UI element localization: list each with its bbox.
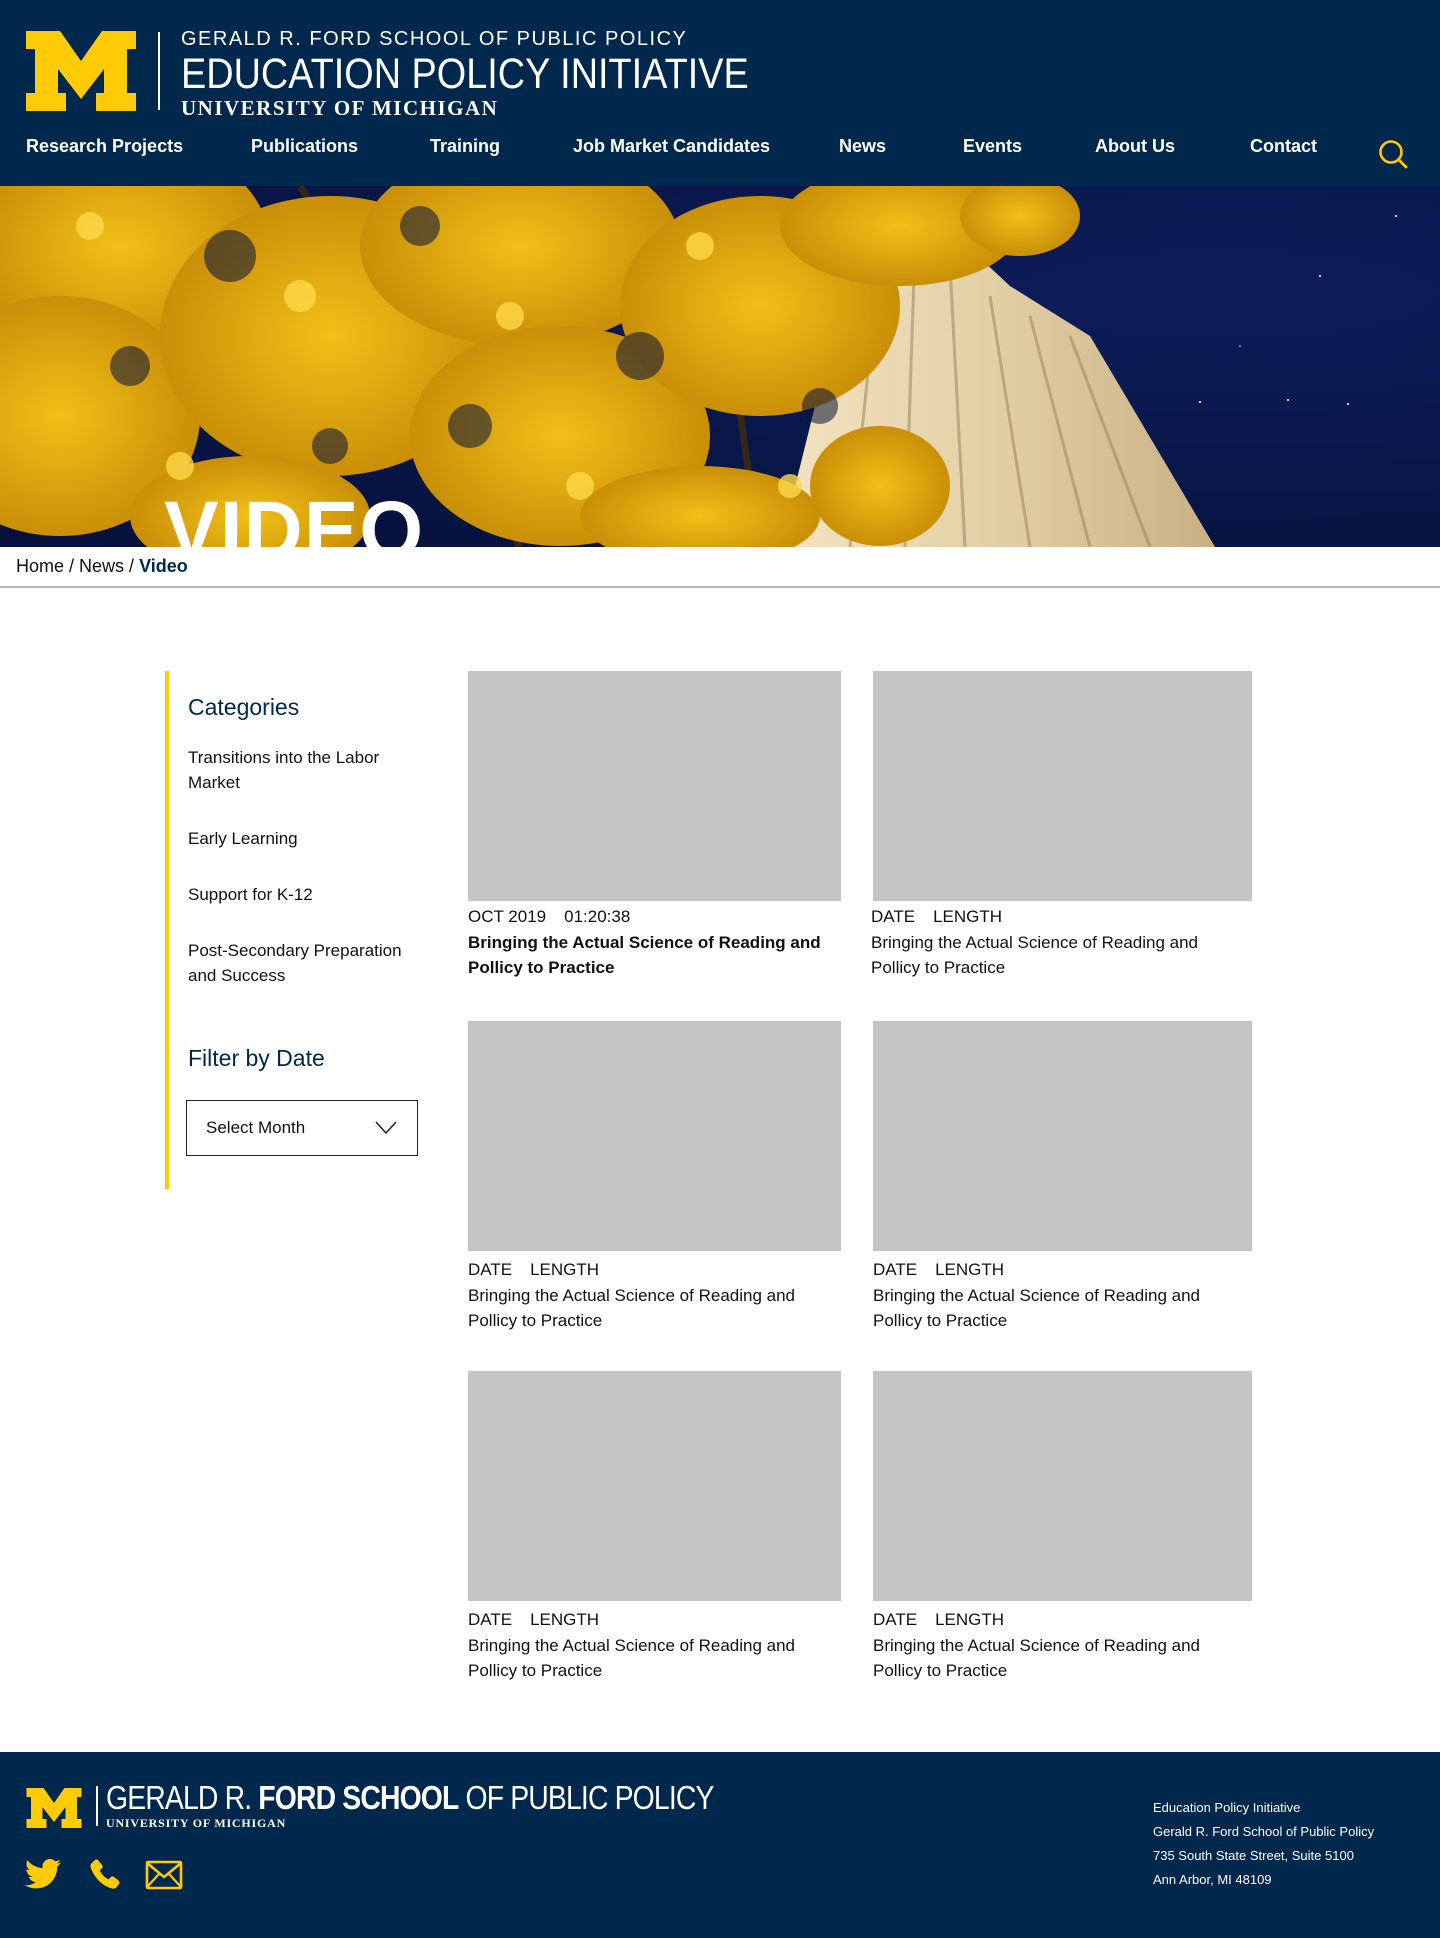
video-title[interactable]: Bringing the Actual Science of Reading a…	[468, 930, 848, 980]
twitter-icon[interactable]	[24, 1858, 62, 1892]
video-meta: DATE LENGTH	[873, 1260, 1004, 1280]
video-date: DATE	[873, 1260, 918, 1279]
video-title[interactable]: Bringing the Actual Science of Reading a…	[873, 1283, 1253, 1333]
site-wordmark[interactable]: GERALD R. FORD SCHOOL OF PUBLIC POLICY E…	[181, 27, 826, 119]
video-title[interactable]: Bringing the Actual Science of Reading a…	[871, 930, 1251, 980]
logo-divider	[158, 32, 160, 110]
video-date: DATE	[468, 1260, 513, 1279]
filter-by-date-heading: Filter by Date	[188, 1045, 325, 1071]
sidebar-accent-bar	[165, 671, 169, 1189]
video-date: DATE	[873, 1610, 918, 1629]
categories-heading: Categories	[188, 694, 300, 720]
video-thumbnail[interactable]	[873, 1371, 1252, 1601]
video-length: LENGTH	[935, 1610, 1005, 1629]
video-date: DATE	[468, 1610, 513, 1629]
video-title[interactable]: Bringing the Actual Science of Reading a…	[468, 1633, 848, 1683]
nav-item-contact[interactable]: Contact	[1250, 136, 1317, 157]
video-length: LENGTH	[933, 907, 1003, 926]
nav-item-publications[interactable]: Publications	[251, 136, 358, 157]
mail-icon[interactable]	[145, 1858, 183, 1892]
month-select-value: Select Month	[206, 1118, 306, 1137]
footer-school-pre: GERALD R.	[106, 1779, 259, 1816]
video-date: OCT 2019	[468, 907, 547, 926]
category-link-post-secondary[interactable]: Post-Secondary Preparation and Success	[188, 938, 408, 988]
address-line: Ann Arbor, MI 48109	[1153, 1872, 1272, 1887]
footer-logo-divider	[96, 1786, 98, 1826]
category-link-k12[interactable]: Support for K-12	[188, 882, 408, 907]
main-nav: Research Projects Publications Training …	[0, 136, 1440, 166]
footer-school-name[interactable]: GERALD R. FORD SCHOOL OF PUBLIC POLICY	[106, 1780, 714, 1816]
nav-item-job-market-candidates[interactable]: Job Market Candidates	[573, 136, 770, 157]
video-thumbnail[interactable]	[468, 671, 841, 901]
video-meta: OCT 2019 01:20:38	[468, 907, 630, 927]
site-footer: GERALD R. FORD SCHOOL OF PUBLIC POLICY U…	[0, 1752, 1440, 1938]
footer-school-post: OF PUBLIC POLICY	[458, 1779, 715, 1816]
breadcrumb-separator: /	[124, 556, 140, 576]
video-length: 01:20:38	[564, 907, 631, 926]
video-length: LENGTH	[935, 1260, 1005, 1279]
address-line: Gerald R. Ford School of Public Policy	[1153, 1824, 1375, 1839]
nav-item-events[interactable]: Events	[963, 136, 1022, 157]
address-line: Education Policy Initiative	[1153, 1800, 1301, 1815]
school-name: GERALD R. FORD SCHOOL OF PUBLIC POLICY	[181, 28, 688, 50]
page-title: VIDEO	[164, 485, 425, 548]
nav-item-training[interactable]: Training	[430, 136, 500, 157]
hero-banner: VIDEO	[0, 186, 1440, 547]
site-header: GERALD R. FORD SCHOOL OF PUBLIC POLICY E…	[0, 0, 1440, 186]
phone-icon[interactable]	[88, 1858, 126, 1892]
breadcrumb-divider	[0, 586, 1440, 588]
breadcrumb-news[interactable]: News	[79, 556, 124, 576]
nav-item-news[interactable]: News	[839, 136, 886, 157]
footer-university-name: UNIVERSITY OF MICHIGAN	[106, 1816, 287, 1830]
video-thumbnail[interactable]	[468, 1021, 841, 1251]
nav-item-research-projects[interactable]: Research Projects	[26, 136, 183, 157]
video-title[interactable]: Bringing the Actual Science of Reading a…	[873, 1633, 1253, 1683]
video-length: LENGTH	[530, 1610, 600, 1629]
university-name: UNIVERSITY OF MICHIGAN	[181, 96, 499, 120]
video-title[interactable]: Bringing the Actual Science of Reading a…	[468, 1283, 848, 1333]
month-select[interactable]: Select Month	[186, 1100, 418, 1156]
category-link-labor-market[interactable]: Transitions into the Labor Market	[188, 745, 408, 795]
search-icon[interactable]	[1378, 139, 1408, 169]
breadcrumb-separator: /	[64, 556, 80, 576]
block-m-logo[interactable]	[26, 1788, 82, 1828]
block-m-logo[interactable]	[26, 31, 136, 111]
initiative-name: EDUCATION POLICY INITIATIVE	[181, 50, 749, 98]
video-thumbnail[interactable]	[873, 1021, 1252, 1251]
breadcrumb-current: Video	[139, 556, 188, 576]
video-date: DATE	[871, 907, 916, 926]
nav-item-about-us[interactable]: About Us	[1095, 136, 1175, 157]
breadcrumb: Home / News / Video	[16, 556, 188, 577]
video-thumbnail[interactable]	[468, 1371, 841, 1601]
video-thumbnail[interactable]	[873, 671, 1252, 901]
footer-school-bold: FORD SCHOOL	[258, 1779, 459, 1816]
video-length: LENGTH	[530, 1260, 600, 1279]
video-meta: DATE LENGTH	[873, 1610, 1004, 1630]
video-meta: DATE LENGTH	[468, 1610, 599, 1630]
video-meta: DATE LENGTH	[468, 1260, 599, 1280]
address-line: 735 South State Street, Suite 5100	[1153, 1848, 1354, 1863]
category-link-early-learning[interactable]: Early Learning	[188, 826, 408, 851]
chevron-down-icon	[375, 1121, 397, 1135]
video-meta: DATE LENGTH	[871, 907, 1002, 927]
breadcrumb-home[interactable]: Home	[16, 556, 64, 576]
footer-address: Education Policy Initiative Gerald R. Fo…	[1153, 1796, 1374, 1892]
